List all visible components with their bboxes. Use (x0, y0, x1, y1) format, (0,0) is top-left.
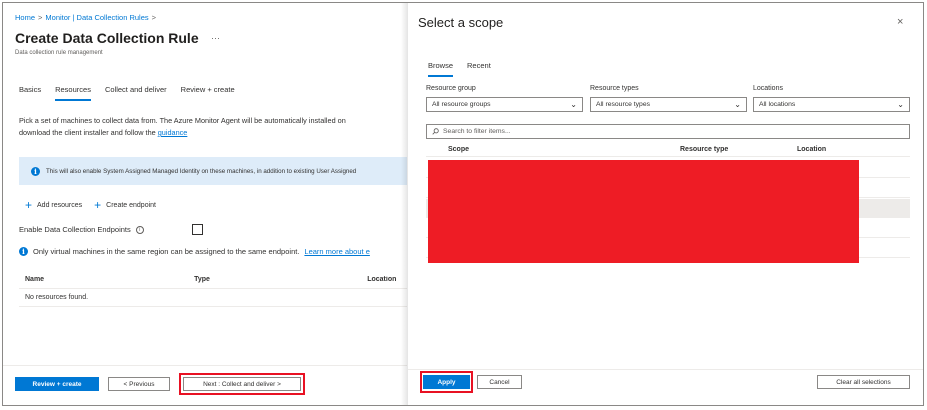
page-title: Create Data Collection Rule (15, 30, 199, 46)
close-icon[interactable]: × (897, 16, 903, 28)
tab-resources[interactable]: Resources (55, 85, 91, 101)
learn-more-link[interactable]: Learn more about e (304, 247, 369, 256)
search-icon (432, 128, 439, 135)
column-header-name[interactable]: Name (19, 276, 194, 283)
description-line-2: download the client installer and follow… (19, 127, 409, 139)
breadcrumb-home-link[interactable]: Home (15, 13, 35, 22)
cancel-button[interactable]: Cancel (477, 375, 522, 389)
locations-dropdown[interactable]: All locations ⌄ (753, 97, 910, 112)
review-create-button[interactable]: Review + create (15, 377, 99, 391)
breadcrumb-separator: > (151, 13, 157, 22)
wizard-tabs: Basics Resources Collect and deliver Rev… (19, 85, 235, 101)
description-line-2-text: download the client installer and follow… (19, 128, 156, 137)
resources-table: Name Type Location No resources found. (19, 271, 407, 307)
create-endpoint-label: Create endpoint (106, 201, 156, 209)
enable-endpoints-label: Enable Data Collection Endpoints (19, 225, 131, 234)
info-outline-icon[interactable]: i (135, 225, 144, 234)
footer-divider (3, 365, 407, 366)
tab-collect-and-deliver[interactable]: Collect and deliver (105, 85, 167, 101)
resource-group-value: All resource groups (432, 101, 491, 108)
enable-endpoints-checkbox[interactable] (192, 224, 203, 235)
tab-recent[interactable]: Recent (467, 61, 491, 77)
guidance-link[interactable]: guidance (158, 128, 188, 137)
window-frame: Home > Monitor | Data Collection Rules >… (2, 2, 924, 406)
column-header-resource-type[interactable]: Resource type (680, 146, 797, 153)
filter-placeholder: Search to filter items... (443, 128, 511, 135)
resource-types-value: All resource types (596, 101, 651, 108)
region-note: i Only virtual machines in the same regi… (19, 247, 407, 256)
breadcrumb-separator: > (38, 13, 43, 22)
resources-description: Pick a set of machines to collect data f… (19, 115, 409, 139)
create-endpoint-button[interactable]: + Create endpoint (94, 198, 156, 212)
chevron-down-icon: ⌄ (897, 100, 904, 109)
add-resources-label: Add resources (37, 201, 83, 209)
breadcrumb: Home > Monitor | Data Collection Rules > (15, 13, 156, 22)
tab-review-create[interactable]: Review + create (181, 85, 235, 101)
resource-types-dropdown[interactable]: All resource types ⌄ (590, 97, 747, 112)
highlight-box (179, 373, 305, 395)
info-icon: i (19, 247, 28, 256)
column-header-type[interactable]: Type (194, 276, 367, 283)
locations-label: Locations (753, 85, 783, 92)
highlight-box (420, 371, 473, 393)
chevron-down-icon: ⌄ (570, 100, 577, 109)
page-subtitle: Data collection rule management (15, 50, 103, 56)
breadcrumb-monitor-link[interactable]: Monitor | Data Collection Rules (45, 13, 148, 22)
scope-tabs: Browse Recent (428, 61, 491, 77)
table-row: No resources found. (19, 289, 407, 307)
locations-value: All locations (759, 101, 796, 108)
chevron-down-icon: ⌄ (734, 100, 741, 109)
filter-search-input[interactable]: Search to filter items... (426, 124, 910, 139)
footer-divider (408, 369, 923, 370)
select-scope-panel: Select a scope × Browse Recent Resource … (408, 3, 923, 405)
scope-table-header: Scope Resource type Location (426, 143, 910, 157)
plus-icon: + (25, 198, 33, 212)
info-message-text: This will also enable System Assigned Ma… (46, 167, 357, 175)
create-dcr-panel: Home > Monitor | Data Collection Rules >… (3, 3, 409, 405)
more-options-button[interactable]: ··· (211, 33, 220, 43)
info-message-bar: i This will also enable System Assigned … (19, 157, 407, 185)
resource-types-label: Resource types (590, 85, 639, 92)
column-header-location[interactable]: Location (797, 146, 897, 153)
scope-title: Select a scope (418, 15, 504, 30)
table-header: Name Type Location (19, 271, 407, 289)
description-line-1: Pick a set of machines to collect data f… (19, 116, 346, 125)
region-note-text: Only virtual machines in the same region… (33, 247, 300, 256)
clear-all-selections-button[interactable]: Clear all selections (817, 375, 910, 389)
command-bar: + Add resources + Create endpoint (25, 198, 156, 212)
redaction-block (428, 160, 859, 263)
plus-icon: + (94, 198, 102, 212)
resource-group-dropdown[interactable]: All resource groups ⌄ (426, 97, 583, 112)
empty-table-message: No resources found. (25, 294, 89, 301)
tab-browse[interactable]: Browse (428, 61, 454, 77)
info-icon: i (31, 166, 40, 176)
add-resources-button[interactable]: + Add resources (25, 198, 83, 212)
tab-basics[interactable]: Basics (19, 85, 41, 101)
previous-button[interactable]: < Previous (108, 377, 170, 391)
enable-endpoints-row: Enable Data Collection Endpoints i (19, 225, 144, 234)
column-header-scope[interactable]: Scope (426, 146, 680, 153)
resource-group-label: Resource group (426, 85, 476, 92)
